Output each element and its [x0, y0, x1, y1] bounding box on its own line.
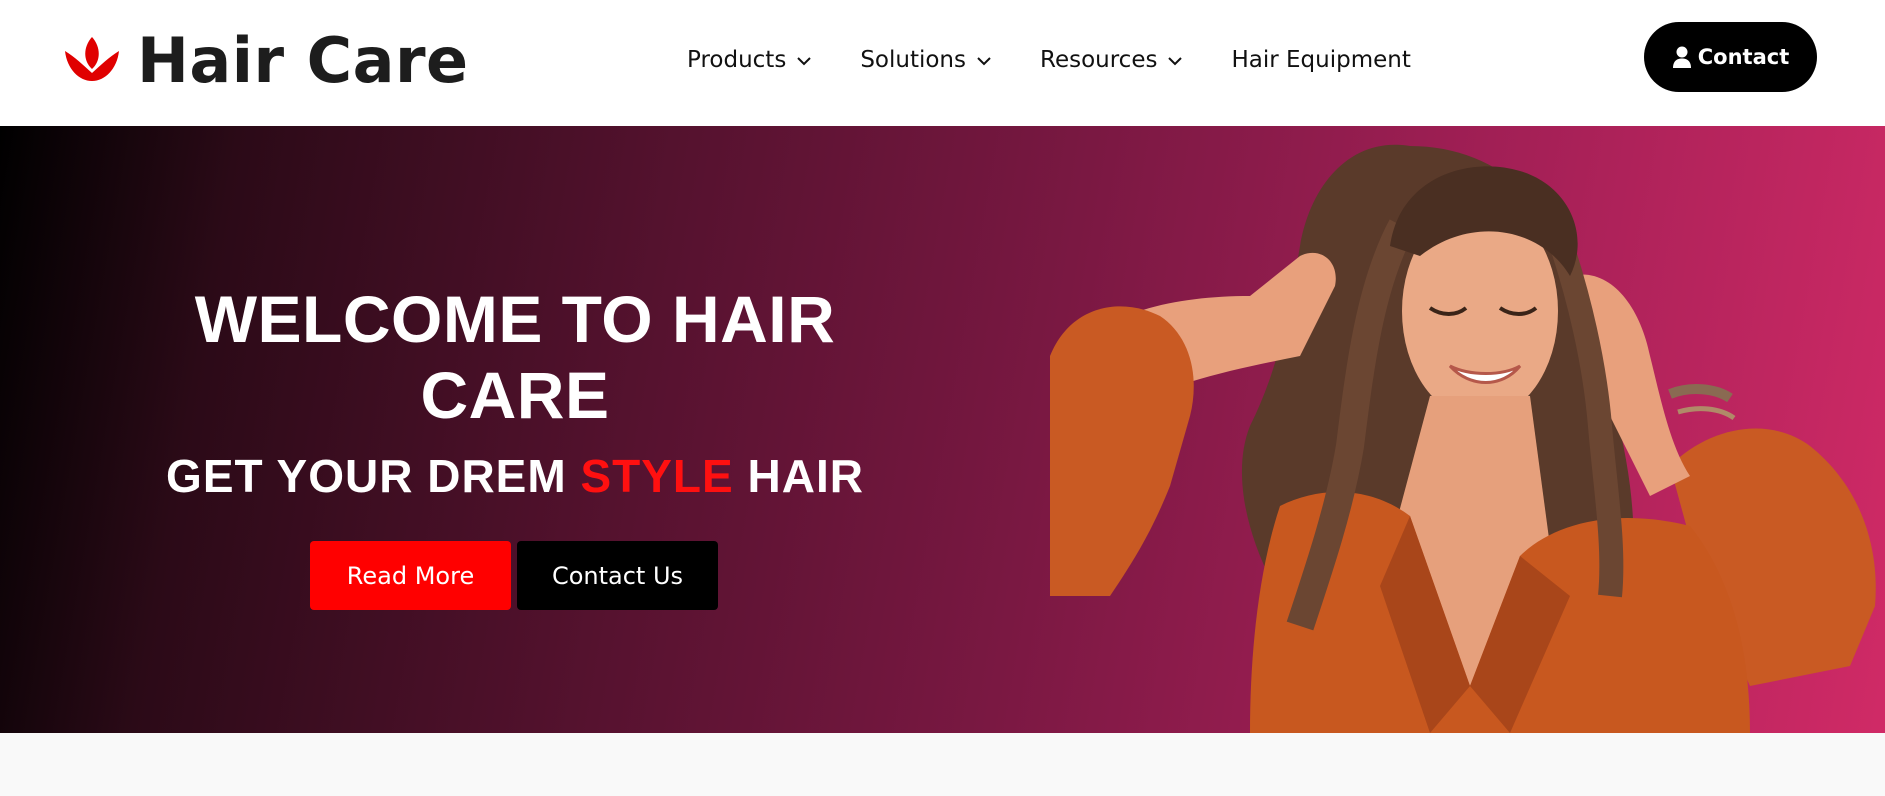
hero-subtitle: GET YOUR DREM STYLE HAIR [110, 449, 920, 503]
nav-item-resources[interactable]: Resources [1040, 47, 1183, 73]
hero-subtitle-end: HAIR [733, 450, 864, 502]
hero-subtitle-start: GET YOUR DREM [166, 450, 581, 502]
hero-buttons: Read More Contact Us [310, 541, 718, 610]
nav-item-label: Products [687, 47, 787, 73]
contact-us-button[interactable]: Contact Us [517, 541, 718, 610]
site-header: Hair Care Products Solutions Resources H… [0, 0, 1885, 126]
next-section [0, 733, 1885, 796]
brand-logo[interactable]: Hair Care [63, 26, 469, 96]
hero-subtitle-accent: STYLE [580, 450, 734, 502]
contact-button-label: Contact [1697, 45, 1790, 69]
contact-button[interactable]: Contact [1644, 22, 1817, 92]
hero-banner: WELCOME TO HAIR CARE GET YOUR DREM STYLE… [0, 126, 1885, 733]
nav-item-solutions[interactable]: Solutions [860, 47, 992, 73]
nav-item-label: Resources [1040, 47, 1158, 73]
chevron-down-icon [977, 57, 991, 66]
nav-item-label: Hair Equipment [1231, 47, 1411, 73]
hero-model-image [1050, 144, 1876, 733]
hero-title: WELCOME TO HAIR CARE [194, 282, 836, 432]
chevron-down-icon [797, 57, 812, 66]
chevron-down-icon [1168, 57, 1183, 66]
lotus-icon [65, 37, 119, 81]
hero-text-block: WELCOME TO HAIR CARE GET YOUR DREM STYLE… [110, 281, 920, 503]
read-more-button[interactable]: Read More [310, 541, 511, 610]
nav-item-products[interactable]: Products [687, 47, 812, 73]
user-icon [1672, 46, 1691, 68]
nav-item-hair-equipment[interactable]: Hair Equipment [1231, 47, 1410, 73]
nav-item-label: Solutions [860, 47, 966, 73]
main-nav: Products Solutions Resources Hair Equipm… [687, 40, 1411, 80]
brand-name: Hair Care [137, 24, 469, 97]
